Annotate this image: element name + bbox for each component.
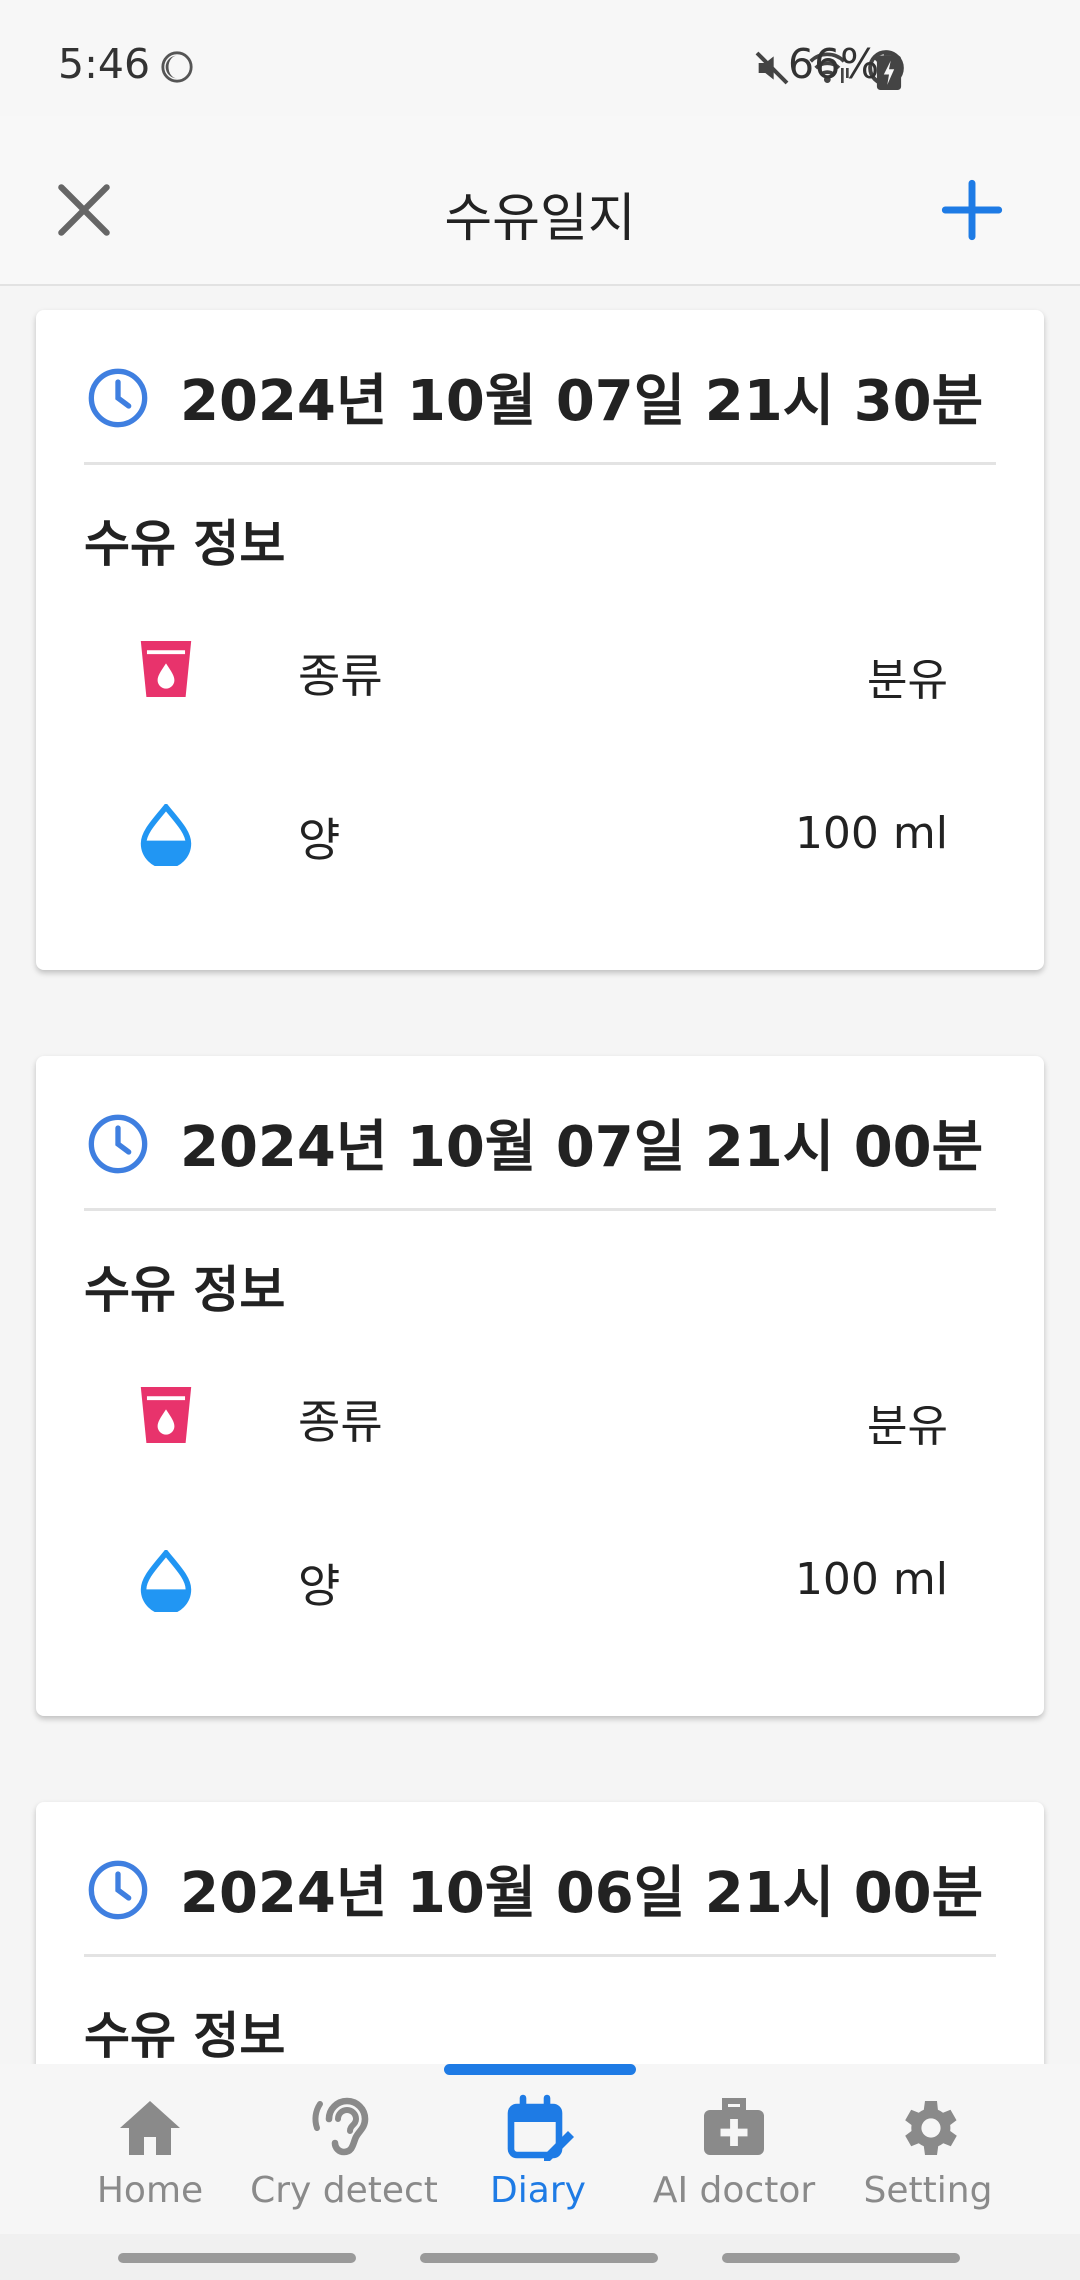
calendar-edit-icon <box>507 2094 574 2161</box>
mute-icon <box>755 51 789 85</box>
type-label: 종류 <box>298 1395 383 1449</box>
gear-icon <box>905 2101 957 2155</box>
divider <box>84 1208 996 1211</box>
feeding-entry-list[interactable]: 2024년 10월 07일 21시 30분 수유 정보 종류 분유 양 100 … <box>0 286 1080 2064</box>
entry-datetime: 2024년 10월 06일 21시 00분 <box>180 1861 984 1926</box>
type-label: 종류 <box>298 649 383 703</box>
nav-home[interactable]: Home <box>50 2092 250 2222</box>
status-time: 5:46 <box>58 40 151 88</box>
gesture-handle[interactable] <box>118 2253 356 2263</box>
do-not-disturb-moon-icon <box>161 51 193 83</box>
cup-icon <box>140 641 192 697</box>
divider <box>84 1954 996 1957</box>
active-tab-indicator <box>444 2064 636 2075</box>
nav-ai-doctor-label: AI doctor <box>652 2170 816 2211</box>
type-value: 분유 <box>867 1401 948 1452</box>
nav-home-label: Home <box>96 2170 204 2211</box>
water-drop-icon <box>140 804 192 866</box>
gesture-handle[interactable] <box>722 2253 960 2263</box>
amount-label: 양 <box>298 813 341 867</box>
feeding-entry-card[interactable]: 2024년 10월 06일 21시 00분 수유 정보 <box>36 1802 1044 2064</box>
cup-icon <box>140 1387 192 1443</box>
section-title: 수유 정보 <box>84 515 286 573</box>
home-icon <box>120 2101 180 2155</box>
feeding-entry-card[interactable]: 2024년 10월 07일 21시 00분 수유 정보 종류 분유 양 100 … <box>36 1056 1044 1716</box>
clock-icon <box>88 1114 148 1174</box>
battery-percent: 66% <box>788 40 880 88</box>
clock-icon <box>88 1860 148 1920</box>
type-value: 분유 <box>867 655 948 706</box>
feeding-entry-card[interactable]: 2024년 10월 07일 21시 30분 수유 정보 종류 분유 양 100 … <box>36 310 1044 970</box>
section-title: 수유 정보 <box>84 2007 286 2064</box>
page-title: 수유일지 <box>444 189 636 249</box>
nav-setting[interactable]: Setting <box>828 2092 1028 2222</box>
nav-ai-doctor[interactable]: AI doctor <box>634 2092 834 2222</box>
ear-icon <box>312 2097 369 2156</box>
nav-setting-label: Setting <box>863 2170 993 2211</box>
amount-value: 100 ml <box>794 808 948 859</box>
clock-icon <box>88 368 148 428</box>
add-icon[interactable] <box>940 178 1004 242</box>
amount-value: 100 ml <box>794 1554 948 1605</box>
nav-diary-label: Diary <box>490 2170 586 2211</box>
water-drop-icon <box>140 1550 192 1612</box>
battery-charging-icon <box>876 52 902 90</box>
amount-label: 양 <box>298 1559 341 1613</box>
gesture-handle[interactable] <box>420 2253 658 2263</box>
entry-datetime: 2024년 10월 07일 21시 30분 <box>180 369 984 434</box>
app-bar: 수유일지 <box>0 116 1080 286</box>
nav-cry-detect[interactable]: Cry detect <box>244 2092 444 2222</box>
nav-cry-detect-label: Cry detect <box>250 2170 438 2211</box>
medical-kit-icon <box>704 2098 764 2155</box>
entry-datetime: 2024년 10월 07일 21시 00분 <box>180 1115 984 1180</box>
divider <box>84 462 996 465</box>
section-title: 수유 정보 <box>84 1261 286 1319</box>
nav-diary[interactable]: Diary <box>438 2092 638 2222</box>
status-bar: 5:46 66% <box>0 0 1080 116</box>
